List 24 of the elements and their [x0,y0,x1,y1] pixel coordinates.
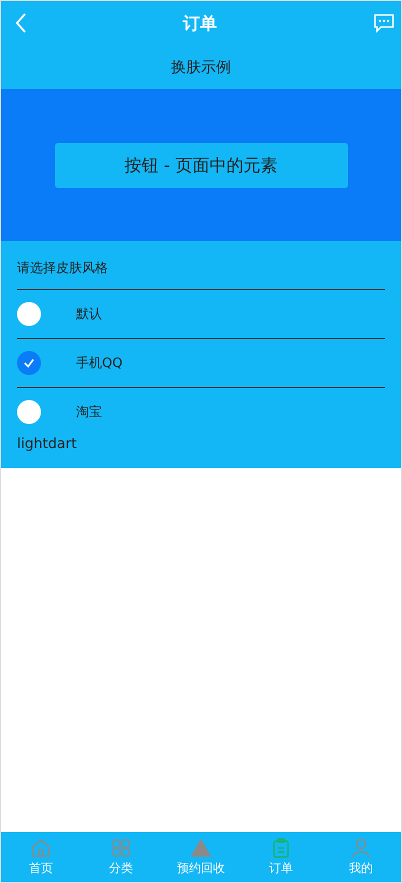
back-icon[interactable] [15,13,27,33]
tab-item[interactable]: 预约回收 [161,832,241,882]
grid-icon [111,838,131,858]
skin-option[interactable]: 默认 [17,290,385,339]
skin-option[interactable]: 手机QQ [17,339,385,388]
tab-item[interactable]: 订单 [241,832,321,882]
radio-button[interactable] [17,302,41,326]
demo-button[interactable]: 按钮 - 页面中的元素 [54,142,348,188]
page-title: 订单 [183,12,217,34]
home-icon [31,838,51,858]
radio-button[interactable] [17,400,41,424]
section-title: 换肤示例 [171,58,231,76]
radio-button[interactable] [17,351,41,375]
tab-item[interactable]: 首页 [1,832,81,882]
tab-item[interactable]: 我的 [321,832,401,882]
tab-item[interactable]: 分类 [81,832,161,882]
skin-option[interactable]: 淘宝 [17,388,385,436]
clipboard-icon [271,838,291,858]
triangle-icon [191,838,211,858]
person-icon [351,838,371,858]
skin-prompt: 请选择皮肤风格 [17,241,385,290]
current-skin: lightdart [17,436,78,452]
check-icon [23,357,35,369]
chat-icon[interactable] [373,13,395,33]
